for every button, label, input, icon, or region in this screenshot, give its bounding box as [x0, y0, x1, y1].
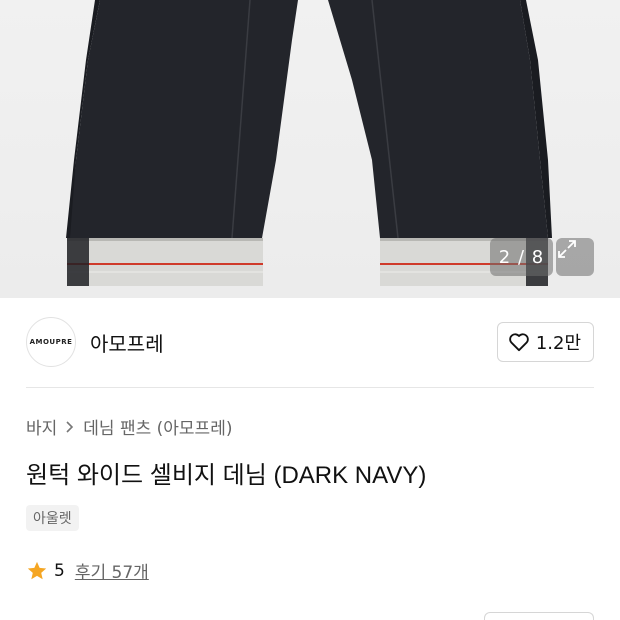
product-title: 원턱 와이드 셀비지 데님 (DARK NAVY) — [26, 462, 427, 489]
expand-arrows-icon — [558, 240, 576, 258]
rating-row: 5 후기 57개 — [26, 558, 149, 583]
review-count-link[interactable]: 후기 57개 — [75, 558, 149, 583]
brand-name[interactable]: 아모프레 — [90, 328, 164, 357]
divider — [26, 387, 594, 388]
brand-logo[interactable]: AMOUPRE — [26, 317, 76, 367]
like-button[interactable]: 1.2만 — [496, 322, 594, 362]
rating-score: 5 — [54, 560, 65, 581]
product-image-carousel[interactable]: 2 / 8 — [0, 0, 620, 298]
image-counter: 2 / 8 — [490, 238, 553, 276]
expand-image-button[interactable] — [556, 238, 594, 276]
partial-button[interactable] — [484, 612, 594, 620]
breadcrumb-item-denim-pants[interactable]: 데님 팬츠 (아모프레) — [83, 414, 232, 439]
breadcrumb: 바지 데님 팬츠 (아모프레) — [26, 414, 232, 439]
breadcrumb-item-pants[interactable]: 바지 — [26, 414, 57, 439]
heart-icon — [509, 333, 529, 352]
brand-logo-text: AMOUPRE — [29, 338, 73, 346]
outlet-tag: 아울렛 — [26, 505, 79, 531]
like-count: 1.2만 — [535, 333, 581, 354]
star-icon — [27, 561, 47, 579]
chevron-right-icon — [65, 420, 75, 434]
brand-row: AMOUPRE 아모프레 1.2만 — [26, 315, 594, 369]
